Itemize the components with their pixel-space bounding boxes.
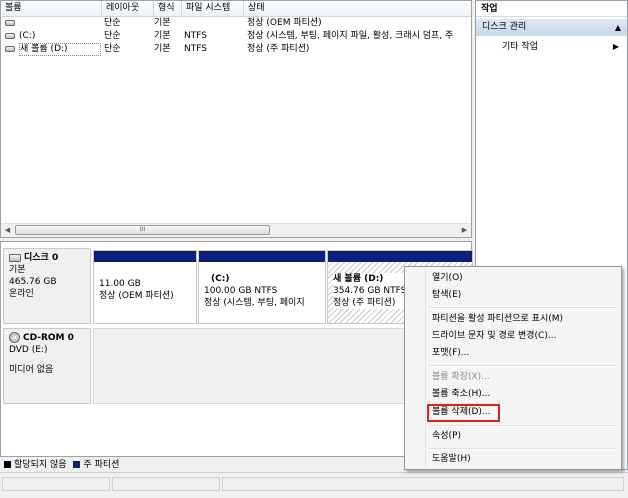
partition-name: (C:) — [211, 274, 230, 284]
cell-filesystem: NTFS — [184, 44, 207, 54]
primary-partition-bar — [328, 251, 472, 262]
cell-filesystem: NTFS — [184, 31, 207, 41]
partition-size: 354.76 GB NTFS — [333, 286, 407, 296]
partition-status: 정상 (OEM 파티션) — [99, 291, 174, 301]
delete-volume-highlight — [427, 404, 500, 422]
volume-list[interactable]: 볼륨 레이아웃 형식 파일 시스템 상태 단순 기본 정상 (OEM 파티션) … — [0, 0, 472, 238]
legend-primary: 주 파티션 — [83, 460, 120, 470]
column-header-volume[interactable]: 볼륨 — [1, 1, 102, 16]
menu-item-change-drive-letter[interactable]: 드라이브 문자 및 경로 변경(C)... — [432, 329, 556, 344]
column-header-status[interactable]: 상태 — [244, 1, 471, 16]
horizontal-scrollbar[interactable]: ◀ III ▶ — [1, 223, 471, 237]
menu-separator — [429, 307, 618, 309]
status-segment — [2, 477, 110, 491]
menu-item-open[interactable]: 열기(O) — [432, 271, 463, 286]
collapse-icon[interactable]: ▲ — [615, 19, 621, 36]
menu-separator — [429, 425, 618, 427]
menu-gutter — [425, 269, 426, 467]
menu-item-extend-volume: 볼륨 확장(X)... — [432, 372, 490, 382]
cell-volume: (C:) — [19, 31, 36, 41]
cdrom-0-state: 미디어 없음 — [9, 365, 54, 375]
menu-separator — [429, 365, 618, 367]
status-bar — [0, 472, 628, 498]
column-header-type[interactable]: 형식 — [154, 1, 182, 16]
volume-icon — [5, 33, 15, 39]
partition-size: 100.00 GB NTFS — [204, 286, 278, 296]
volume-icon — [5, 20, 15, 26]
disk-0-size: 465.76 GB — [9, 277, 57, 287]
menu-item-explore[interactable]: 탐색(E) — [432, 288, 461, 303]
disk-map: 디스크 0 기본 465.76 GB 온라인 11.00 GB 정상 (OEM … — [0, 241, 473, 457]
cell-status: 정상 (시스템, 부팅, 페이지 파일, 활성, 크래시 덤프, 주 — [247, 31, 454, 41]
cdrom-0-label[interactable]: CD-ROM 0 DVD (E:) 미디어 없음 — [3, 328, 91, 404]
scroll-thumb[interactable]: III — [15, 225, 270, 235]
partition-oem[interactable]: 11.00 GB 정상 (OEM 파티션) — [93, 250, 197, 324]
primary-partition-bar — [199, 251, 325, 262]
cdrom-0-type: DVD (E:) — [9, 345, 48, 355]
actions-disk-management-label: 디스크 관리 — [482, 22, 527, 32]
partition-status: 정상 (주 파티션) — [333, 298, 396, 308]
legend-unallocated-swatch — [4, 461, 11, 468]
menu-item-format[interactable]: 포맷(F)... — [432, 346, 469, 361]
volume-list-header: 볼륨 레이아웃 형식 파일 시스템 상태 — [1, 1, 471, 17]
partition-status: 정상 (시스템, 부팅, 페이지 — [204, 298, 305, 308]
scroll-right-icon[interactable]: ▶ — [458, 224, 471, 237]
legend-unallocated: 할당되지 않음 — [14, 460, 67, 470]
partition-size: 11.00 GB — [99, 279, 141, 289]
scroll-left-icon[interactable]: ◀ — [1, 224, 14, 237]
actions-disk-management[interactable]: 디스크 관리 ▲ — [476, 19, 627, 36]
table-row[interactable]: (C:) 단순 기본 NTFS 정상 (시스템, 부팅, 페이지 파일, 활성,… — [1, 30, 471, 43]
menu-item-properties[interactable]: 속성(P) — [432, 429, 461, 444]
table-row[interactable]: 새 볼륨 (D:) 단순 기본 NTFS 정상 (주 파티션) — [1, 43, 471, 56]
status-segment — [112, 477, 220, 491]
cell-type: 기본 — [154, 44, 171, 54]
column-header-layout[interactable]: 레이아웃 — [102, 1, 154, 16]
volume-icon — [5, 46, 15, 52]
cell-status: 정상 (주 파티션) — [247, 44, 310, 54]
legend-primary-swatch — [73, 461, 81, 468]
column-header-filesystem[interactable]: 파일 시스템 — [182, 1, 244, 16]
cell-layout: 단순 — [104, 31, 121, 41]
cell-type: 기본 — [154, 18, 171, 28]
cdrom-icon — [9, 332, 20, 343]
menu-item-mark-active[interactable]: 파티션을 활성 파티션으로 표시(M) — [432, 312, 563, 327]
partition-c[interactable]: (C:) 100.00 GB NTFS 정상 (시스템, 부팅, 페이지 — [198, 250, 326, 324]
disk-0-state: 온라인 — [9, 289, 34, 299]
actions-title: 작업 — [476, 1, 627, 17]
status-segment — [222, 477, 624, 491]
actions-other-actions[interactable]: 기타 작업 ▶ — [476, 39, 627, 55]
cell-type: 기본 — [154, 31, 171, 41]
disk-icon — [9, 253, 21, 262]
cell-layout: 단순 — [104, 18, 121, 28]
cell-status: 정상 (OEM 파티션) — [247, 18, 322, 28]
disk-0-type: 기본 — [9, 265, 26, 275]
cell-volume: 새 볼륨 (D:) — [19, 43, 101, 56]
disk-0-label[interactable]: 디스크 0 기본 465.76 GB 온라인 — [3, 248, 91, 324]
partition-name: 새 볼륨 (D:) — [333, 274, 384, 284]
actions-other-label: 기타 작업 — [502, 42, 538, 52]
legend: 할당되지 않음 주 파티션 — [0, 459, 472, 471]
disk-0-title: 디스크 0 — [24, 253, 59, 263]
table-row[interactable]: 단순 기본 정상 (OEM 파티션) — [1, 17, 471, 30]
menu-item-help[interactable]: 도움말(H) — [432, 452, 471, 467]
context-menu: 열기(O) 탐색(E) 파티션을 활성 파티션으로 표시(M) 드라이브 문자 … — [404, 266, 622, 470]
menu-separator — [429, 448, 618, 450]
primary-partition-bar — [94, 251, 196, 262]
cdrom-0-title: CD-ROM 0 — [23, 333, 74, 343]
submenu-arrow-icon: ▶ — [612, 42, 619, 51]
cell-layout: 단순 — [104, 44, 121, 54]
menu-item-shrink-volume[interactable]: 볼륨 축소(H)... — [432, 387, 490, 402]
